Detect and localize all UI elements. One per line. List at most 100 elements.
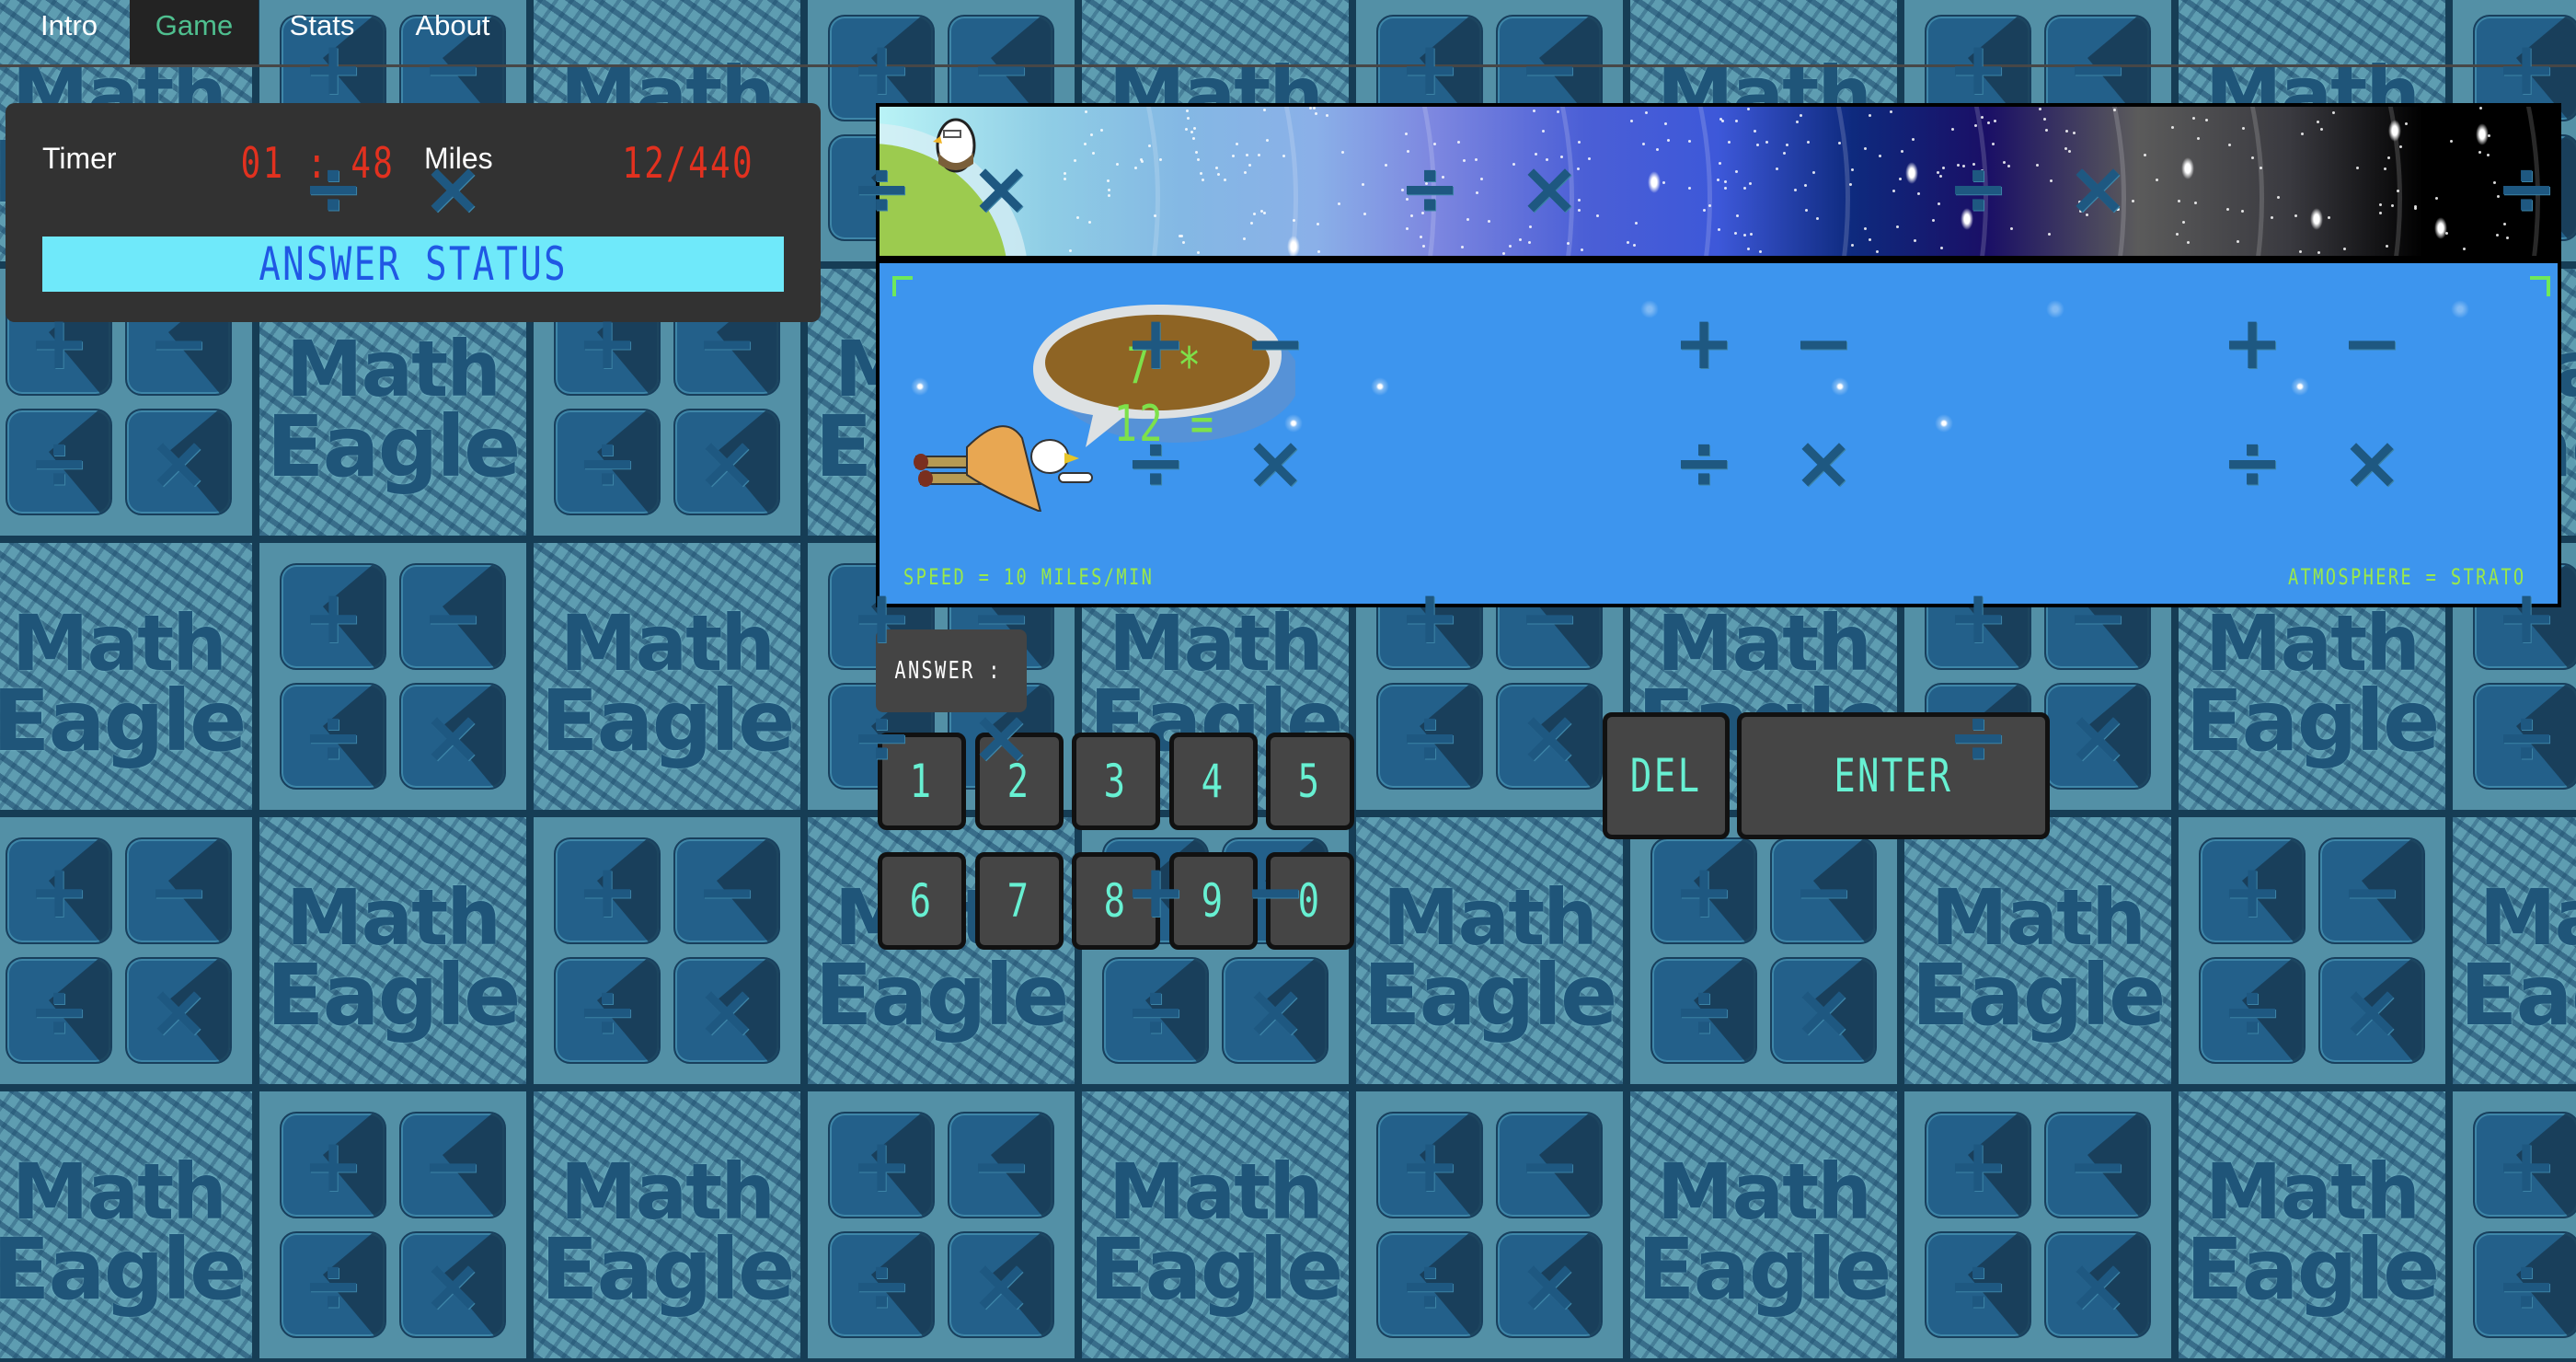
times-icon: × [1222, 409, 1328, 515]
math-eagle-word-tile: MathEagle [1627, 1088, 1901, 1362]
plus-icon: + [280, 563, 386, 670]
star [1262, 109, 1266, 111]
operator-tile: +−÷× [1901, 1088, 2175, 1362]
star [1196, 250, 1200, 254]
star [1806, 141, 1810, 144]
star [1727, 140, 1731, 144]
key-5[interactable]: 5 [1266, 733, 1354, 830]
times-icon: × [673, 409, 780, 515]
star [2413, 207, 2417, 211]
operator-tile: +−÷× [530, 814, 804, 1088]
star [1404, 132, 1408, 135]
delete-label: DEL [1630, 749, 1702, 802]
star [1217, 172, 1221, 176]
answer-status-text: ANSWER STATUS [259, 237, 568, 291]
minus-icon: − [673, 289, 780, 396]
tile-word: Eagle [814, 946, 1070, 1045]
glowing-star [1287, 236, 1300, 256]
key-6[interactable]: 6 [878, 852, 966, 950]
minus-icon: − [125, 289, 232, 396]
delete-button[interactable]: DEL [1603, 712, 1730, 839]
star [1231, 154, 1235, 157]
star [1986, 121, 1990, 124]
minus-icon: − [1770, 837, 1877, 944]
tile-word: Eagle [1911, 946, 2167, 1045]
flying-eagle-icon [914, 425, 1093, 512]
minus-icon: − [399, 15, 506, 121]
star [2182, 220, 2185, 224]
star [1084, 110, 1087, 113]
star [2385, 244, 2388, 248]
key-label: 5 [1298, 755, 1322, 808]
minus-icon: − [1770, 289, 1877, 396]
glowing-star [2310, 208, 2323, 230]
glowing-star [2181, 157, 2194, 179]
plus-icon: + [6, 289, 112, 396]
tile-word: Eagle [540, 672, 796, 770]
math-eagle-word-tile: MathEagle [530, 539, 804, 814]
star [2177, 200, 2180, 203]
star [2072, 131, 2076, 134]
times-icon: × [1496, 1231, 1603, 1338]
star [2035, 163, 2039, 167]
answer-status-bar: ANSWER STATUS [42, 237, 784, 292]
tile-word: Eagle [0, 672, 247, 770]
star [1139, 157, 1143, 161]
key-7[interactable]: 7 [975, 852, 1064, 950]
star [1753, 129, 1756, 133]
star [1749, 232, 1753, 236]
operator-tile: +−÷× [804, 1088, 1078, 1362]
star [1720, 119, 1724, 122]
operator-tile: +−÷× [0, 265, 256, 539]
timer-label: Timer [42, 142, 117, 175]
tile-word: Eagle [0, 1220, 247, 1319]
plus-icon: + [1102, 289, 1209, 396]
star [1811, 171, 1815, 175]
divide-icon: ÷ [828, 134, 935, 241]
sky-sparkle [911, 377, 929, 396]
divide-icon: ÷ [554, 957, 661, 1064]
tab-game[interactable]: Game [130, 0, 259, 64]
star [1656, 147, 1660, 151]
tile-word: Eagle [1363, 946, 1618, 1045]
star [1236, 142, 1239, 145]
times-icon: × [2318, 957, 2425, 1064]
plus-icon: + [828, 563, 935, 670]
sky-sparkle [1935, 414, 1953, 433]
star [1756, 143, 1760, 146]
minus-icon: − [399, 563, 506, 670]
star [2191, 116, 2195, 120]
star [2241, 126, 2245, 130]
star [1190, 130, 1193, 133]
star [1196, 157, 1200, 161]
glowing-star [1905, 162, 1918, 184]
tile-word: Eagle [540, 1220, 796, 1319]
star [1868, 238, 1871, 242]
math-eagle-word-tile: MathEagle [1352, 814, 1627, 1088]
star [1746, 247, 1750, 250]
times-icon: × [948, 134, 1054, 241]
minus-icon: − [2318, 289, 2425, 396]
divide-icon: ÷ [280, 683, 386, 790]
tile-word: Eagle [2185, 672, 2441, 770]
star [1734, 120, 1738, 123]
plus-icon: + [554, 837, 661, 944]
star [2398, 144, 2402, 148]
star [1743, 233, 1747, 237]
minus-icon: − [1222, 837, 1328, 944]
divide-icon: ÷ [6, 409, 112, 515]
plus-icon: + [280, 1112, 386, 1218]
star [2342, 248, 2346, 250]
tab-intro[interactable]: Intro [18, 0, 120, 64]
operator-tile: +−÷× [256, 539, 530, 814]
plus-icon: + [2473, 563, 2576, 670]
times-icon: × [399, 1231, 506, 1338]
star [1337, 202, 1340, 205]
plus-icon: + [554, 289, 661, 396]
math-eagle-word-tile: MathEagle [1078, 1088, 1352, 1362]
minus-icon: − [2318, 837, 2425, 944]
star [2298, 249, 2302, 253]
times-icon: × [673, 957, 780, 1064]
key-3[interactable]: 3 [1072, 733, 1160, 830]
key-4[interactable]: 4 [1169, 733, 1258, 830]
